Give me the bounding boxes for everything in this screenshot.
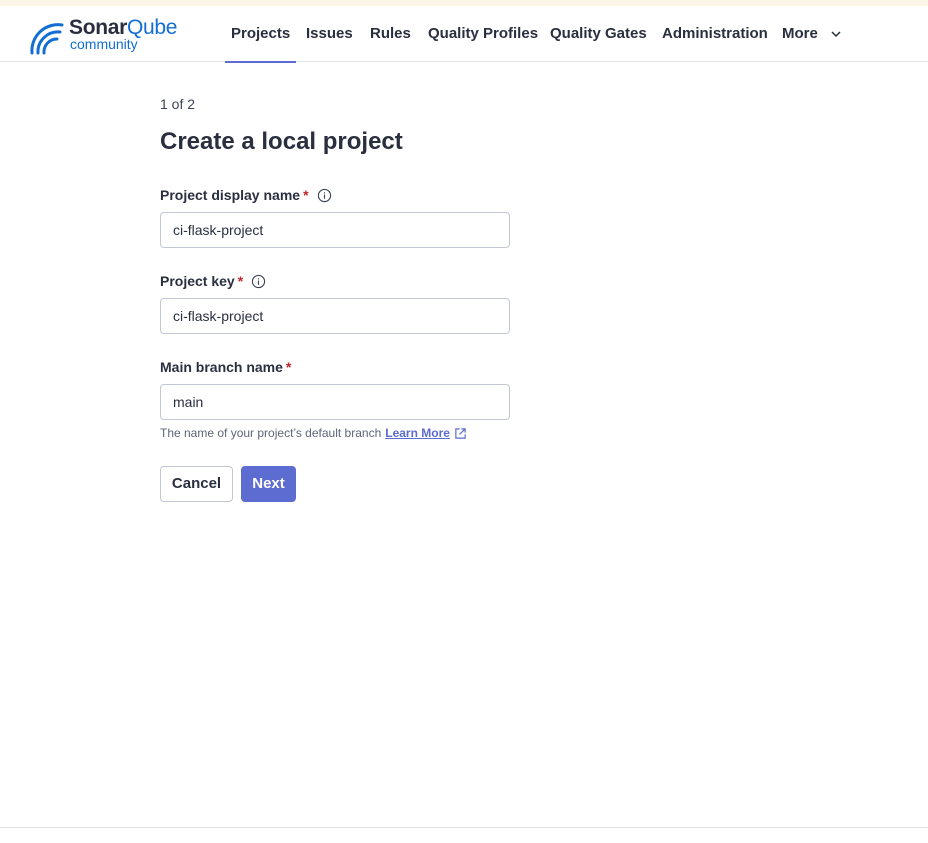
info-icon[interactable] xyxy=(251,274,266,289)
required-marker: * xyxy=(285,359,292,375)
nav-quality-profiles[interactable]: Quality Profiles xyxy=(428,6,538,62)
global-navbar: SonarQube community Projects Issues Rule… xyxy=(0,6,928,63)
sonar-waves-icon xyxy=(30,23,64,55)
learn-more-link[interactable]: Learn More xyxy=(385,426,467,440)
info-icon[interactable] xyxy=(317,188,332,203)
project-key-input[interactable] xyxy=(160,298,510,334)
main-branch-hint-text: The name of your project’s default branc… xyxy=(160,426,382,440)
display-name-label: Project display name * xyxy=(160,187,332,203)
wizard-step-indicator: 1 of 2 xyxy=(160,96,196,112)
chevron-down-icon xyxy=(831,31,841,38)
nav-more[interactable]: More xyxy=(782,6,842,62)
project-key-label: Project key * xyxy=(160,273,266,289)
display-name-label-text: Project display name xyxy=(160,187,301,203)
main-branch-input[interactable] xyxy=(160,384,510,420)
required-marker: * xyxy=(237,273,244,289)
nav-more-label: More xyxy=(782,25,818,42)
learn-more-label: Learn More xyxy=(385,426,450,440)
required-marker: * xyxy=(303,187,309,203)
footer-divider xyxy=(0,827,928,828)
next-button[interactable]: Next xyxy=(241,466,296,502)
cancel-button[interactable]: Cancel xyxy=(160,466,233,502)
main-branch-hint: The name of your project’s default branc… xyxy=(160,426,467,440)
project-key-label-text: Project key xyxy=(160,273,235,289)
page-title: Create a local project xyxy=(160,128,403,155)
logo-edition: community xyxy=(70,36,138,52)
nav-issues[interactable]: Issues xyxy=(306,6,353,62)
nav-projects[interactable]: Projects xyxy=(224,6,297,63)
external-link-icon xyxy=(455,427,466,439)
nav-administration[interactable]: Administration xyxy=(662,6,768,62)
main-branch-label-text: Main branch name xyxy=(160,359,283,375)
project-display-name-input[interactable] xyxy=(160,212,510,248)
nav-quality-gates[interactable]: Quality Gates xyxy=(550,6,647,62)
main-branch-label: Main branch name * xyxy=(160,359,291,375)
sonarqube-logo[interactable]: SonarQube community xyxy=(26,15,196,55)
nav-rules[interactable]: Rules xyxy=(370,6,411,62)
